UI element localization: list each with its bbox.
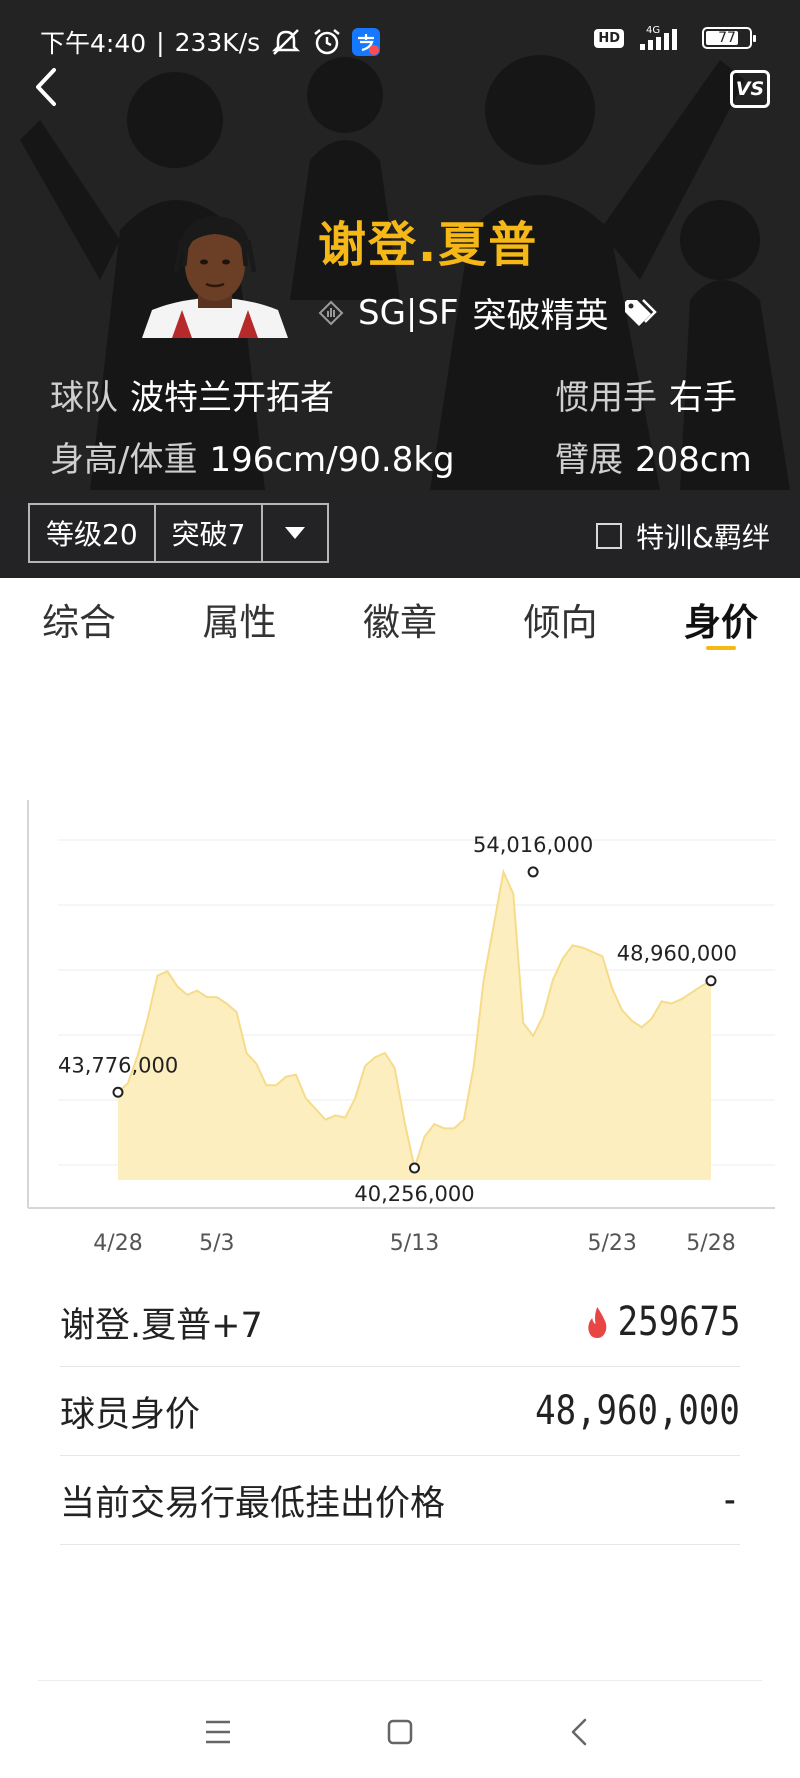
square-icon (387, 1719, 413, 1745)
bottom-divider (38, 1680, 762, 1681)
hand-label: 惯用手 (555, 378, 657, 418)
battery-icon: 77 (702, 27, 756, 49)
lowest-listing-label: 当前交易行最低挂出价格 (60, 1483, 446, 1524)
stat-row-lowest: 当前交易行最低挂出价格 - (60, 1456, 740, 1545)
plus-level-value: 259675 (617, 1299, 740, 1345)
team-value: 波特兰开拓者 (130, 378, 334, 418)
battery-level: 77 (718, 30, 736, 46)
annotation-label: 48,960,000 (617, 942, 737, 966)
team-info: 球队 波特兰开拓者 (50, 370, 334, 419)
status-time: 下午4:40 (40, 29, 147, 58)
x-tick-label: 5/23 (587, 1231, 636, 1256)
tab-tendencies[interactable]: 倾向 (524, 578, 598, 660)
x-tick-label: 5/13 (390, 1231, 439, 1256)
level-button[interactable]: 等级20 (30, 505, 156, 561)
network-speed: 233K/s (174, 27, 261, 57)
home-nav-button[interactable] (378, 1710, 422, 1754)
height-weight-value: 196cm/90.8kg (209, 440, 455, 480)
hand-info: 惯用手 右手 (555, 370, 737, 419)
player-header: 下午4:40 | 233K/s HD 4G 77 VS 谢登.夏普 SG|SF … (0, 0, 800, 490)
annotation-label: 54,016,000 (473, 833, 593, 857)
status-bar: 下午4:40 | 233K/s HD 4G 77 (0, 0, 800, 80)
lowest-listing-value: - (719, 1477, 740, 1523)
chevron-left-icon (571, 1718, 587, 1746)
breakthrough-button[interactable]: 突破7 (156, 505, 264, 561)
price-area (118, 871, 711, 1180)
tag-icon[interactable] (623, 298, 657, 328)
status-separator: | (156, 27, 165, 57)
hand-value: 右手 (669, 378, 737, 418)
tab-overview[interactable]: 综合 (42, 578, 116, 660)
plus-level-value-group: 259675 (585, 1299, 740, 1345)
training-checkbox[interactable] (596, 523, 623, 549)
annotation-label: 40,256,000 (354, 1182, 474, 1206)
annotation-point (705, 975, 717, 987)
price-history-chart: 43,776,000 40,256,000 54,016,000 48,960,000… (27, 800, 775, 1256)
menu-nav-button[interactable] (196, 1710, 240, 1754)
height-weight-info: 身高/体重 196cm/90.8kg (50, 432, 455, 481)
alipay-icon (352, 28, 381, 56)
level-controls: 等级20 突破7 特训&羁绊 (0, 490, 800, 578)
vs-compare-button[interactable]: VS (730, 70, 770, 108)
caret-down-icon (285, 527, 306, 539)
annotation-label: 43,776,000 (58, 1053, 178, 1077)
network-type: 4G (646, 25, 660, 36)
tab-attributes[interactable]: 属性 (203, 578, 277, 660)
player-name: 谢登.夏普 (318, 217, 539, 273)
stat-row-price: 球员身价 48,960,000 (60, 1367, 740, 1456)
height-weight-label: 身高/体重 (50, 440, 198, 480)
back-button[interactable] (24, 62, 68, 112)
player-positions: SG|SF (358, 292, 459, 333)
training-toggle[interactable]: 特训&羁绊 (596, 516, 770, 556)
annotation-point (527, 866, 539, 878)
alarm-icon (314, 29, 340, 55)
level-dropdown-button[interactable] (263, 505, 327, 561)
annotation-point (112, 1086, 124, 1098)
player-price-value: 48,960,000 (535, 1388, 740, 1434)
system-nav-bar (0, 1690, 800, 1778)
wingspan-info: 臂展 208cm (555, 432, 752, 481)
player-price-label: 球员身价 (60, 1394, 201, 1435)
mute-icon (272, 29, 301, 55)
back-nav-button[interactable] (558, 1710, 602, 1754)
tab-bar: 综合 属性 徽章 倾向 身价 (0, 578, 800, 660)
tab-value[interactable]: 身价 (684, 578, 758, 660)
x-tick-label: 5/28 (686, 1231, 735, 1256)
plus-level-label: 谢登.夏普+7 (60, 1305, 263, 1346)
vs-label: VS (735, 78, 765, 100)
tab-badges[interactable]: 徽章 (363, 578, 437, 660)
x-tick-label: 5/3 (199, 1231, 234, 1256)
player-avatar (142, 216, 288, 338)
position-row: SG|SF 突破精英 (318, 288, 657, 337)
signal-icon: 4G (640, 25, 677, 50)
menu-icon (206, 1720, 230, 1744)
hd-badge: HD (594, 28, 624, 48)
level-selector: 等级20 突破7 (28, 503, 330, 563)
stat-row-plus: 谢登.夏普+7 259675 (60, 1278, 740, 1367)
player-archetype: 突破精英 (472, 296, 609, 336)
team-label: 球队 (50, 378, 118, 418)
chevron-left-icon (36, 68, 56, 106)
flame-icon (587, 1307, 606, 1338)
training-label: 特训&羁绊 (636, 521, 770, 554)
archetype-icon (318, 300, 344, 325)
wingspan-value: 208cm (635, 440, 752, 480)
annotation-point (409, 1162, 420, 1174)
x-tick-label: 4/28 (93, 1231, 142, 1256)
wingspan-label: 臂展 (555, 440, 623, 480)
